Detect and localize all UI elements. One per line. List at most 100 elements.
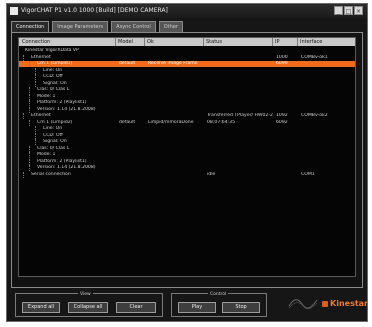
application-window: VigorCHAT P1 v1.0 1000 [Build] [DEMO CAM… [6, 3, 368, 322]
table-cell: Mode: 1 [37, 93, 56, 99]
app-icon [10, 7, 18, 15]
table-cell: Serial connection [31, 171, 71, 177]
tree-line [35, 139, 36, 145]
play-button[interactable]: Play [178, 302, 216, 313]
table-row[interactable]: Ethernet 1000 COMBv-ok1 [19, 54, 355, 61]
table-cell: COMBv-ok1 [301, 54, 328, 60]
table-row[interactable]: Ethernet Transferred TPlayer/ HW02-2 1092 C… [19, 113, 355, 119]
table-row[interactable]: Kinestar VigorXData VP [19, 48, 355, 54]
window-title: VigorCHAT P1 v1.0 1000 [Build] [DEMO CAM… [21, 7, 168, 14]
bottom-toolbar: View Expand all Collapse all Clear Contr… [11, 290, 368, 319]
table-cell: idle [207, 171, 216, 177]
clear-button[interactable]: Clear [116, 302, 156, 313]
table-row[interactable]: Clas: 0/ Clas L [19, 145, 355, 152]
tree-line [35, 67, 36, 74]
grid-header: Connection Model Ok Status IP Interface [19, 38, 355, 46]
table-cell: Kinestar VigorXData VP [25, 48, 79, 53]
tree-line [35, 74, 36, 80]
logo-mark-icon [322, 301, 328, 307]
table-row[interactable]: Mode: 1 [19, 93, 355, 100]
connection-tree-grid[interactable]: Connection Model Ok Status IP Interface … [18, 37, 356, 277]
column-header-interface[interactable]: Interface [297, 38, 322, 46]
table-row[interactable]: Cm 1 (Limpid2) default Limpid/mmoraDone 08:… [19, 119, 355, 126]
table-cell: Limpid/mmoraDone [148, 119, 194, 125]
table-cell: Ethernet [31, 54, 51, 60]
table-cell: Platform: 2 (Playlist1) [37, 158, 87, 164]
collapse-all-button[interactable]: Collapse all [68, 302, 108, 313]
table-cell: Transferred TPlayer/ HW02-2 [207, 113, 273, 118]
table-cell: 1000 [276, 54, 288, 60]
table-cell: Ethernet [31, 113, 51, 118]
table-cell: 6092 [276, 119, 288, 125]
table-row[interactable]: Serial connection idle COM1 [19, 171, 355, 178]
tree-line [35, 126, 36, 132]
table-cell: CCD: Off [43, 74, 63, 79]
table-cell: 1092 [276, 113, 288, 118]
tree-line [29, 152, 30, 158]
tree-line [29, 61, 30, 67]
column-header-model[interactable]: Model [115, 38, 133, 46]
tab-bar: Connection Image Parameters Async Contro… [11, 21, 186, 33]
tree-line [23, 54, 24, 61]
tab-async-control[interactable]: Async Control [111, 21, 156, 32]
tree-line [29, 106, 30, 113]
table-row[interactable]: Clas: 0/ Clas L [19, 87, 355, 93]
table-cell: Platform: 2 (Playlist1) [37, 100, 87, 105]
column-header-status[interactable]: Status [203, 38, 222, 46]
table-row[interactable]: Line: On [19, 126, 355, 132]
logo-text: Kinestar [330, 299, 368, 308]
logo-wave-icon [288, 299, 318, 310]
minimize-button[interactable]: _ [334, 6, 343, 15]
table-row[interactable]: Signal: On [19, 139, 355, 145]
table-cell: Clas: 0/ Clas L [37, 145, 70, 151]
brand-logo: Kinestar [282, 290, 368, 319]
tree-line [29, 87, 30, 93]
table-row[interactable]: Cm 1 (Limpid1) default Receive image Frame… [19, 61, 355, 67]
table-cell: default [119, 61, 136, 66]
column-header-connection[interactable]: Connection [22, 38, 50, 46]
table-cell: default [119, 119, 136, 125]
stop-button[interactable]: Stop [222, 302, 260, 313]
view-group-label: View [78, 292, 93, 297]
table-row[interactable]: Line: On [19, 67, 355, 74]
tree-line [35, 80, 36, 87]
table-row[interactable]: Signal: On [19, 80, 355, 87]
table-cell: Mode: 1 [37, 152, 56, 157]
control-group: Control Play Stop [171, 292, 267, 317]
column-header-ip[interactable]: IP [272, 38, 280, 46]
table-row[interactable]: Platform: 2 (Playlist1) [19, 100, 355, 106]
window-controls: _ □ × [334, 6, 363, 15]
table-cell: Cm 1 (Limpid2) [37, 119, 73, 125]
table-cell: 6090 [276, 61, 288, 66]
table-cell: COM1 [301, 171, 315, 177]
table-cell: Line: On [43, 126, 63, 131]
tab-other[interactable]: Other [158, 21, 183, 32]
table-cell: Receive image Frame [148, 61, 198, 66]
expand-all-button[interactable]: Expand all [22, 302, 60, 313]
table-cell: 08:07:64:35 [207, 119, 236, 125]
tab-image-parameters[interactable]: Image Parameters [52, 21, 109, 32]
table-row[interactable]: Version: 1.14 (21.8.2008) [19, 106, 355, 113]
tree-line [35, 132, 36, 139]
table-row[interactable]: Platform: 2 (Playlist1) [19, 158, 355, 165]
table-cell: CCD: Off [43, 132, 63, 138]
close-button[interactable]: × [354, 6, 363, 15]
column-header-ok[interactable]: Ok [144, 38, 154, 46]
table-cell: Version: 1.14 (21.8.2008) [37, 106, 96, 112]
tree-line [29, 100, 30, 106]
tree-line [23, 113, 24, 119]
table-row[interactable]: Version: 1.14 (21.8.2008) [19, 165, 355, 171]
table-cell: Version: 1.14 (21.8.2008) [37, 165, 96, 170]
connection-panel: Connection Model Ok Status IP Interface … [11, 32, 363, 288]
tree-line [29, 119, 30, 126]
tree-line [29, 165, 30, 171]
table-cell: COMBv-ok2 [301, 113, 328, 118]
table-row[interactable]: Mode: 1 [19, 152, 355, 158]
maximize-button[interactable]: □ [344, 6, 353, 15]
control-group-label: Control [208, 292, 229, 297]
tree-line [23, 171, 24, 178]
title-bar[interactable]: VigorCHAT P1 v1.0 1000 [Build] [DEMO CAM… [7, 4, 367, 18]
table-row[interactable]: CCD: Off [19, 74, 355, 80]
table-cell: Cm 1 (Limpid1) [37, 61, 73, 66]
table-row[interactable]: CCD: Off [19, 132, 355, 139]
